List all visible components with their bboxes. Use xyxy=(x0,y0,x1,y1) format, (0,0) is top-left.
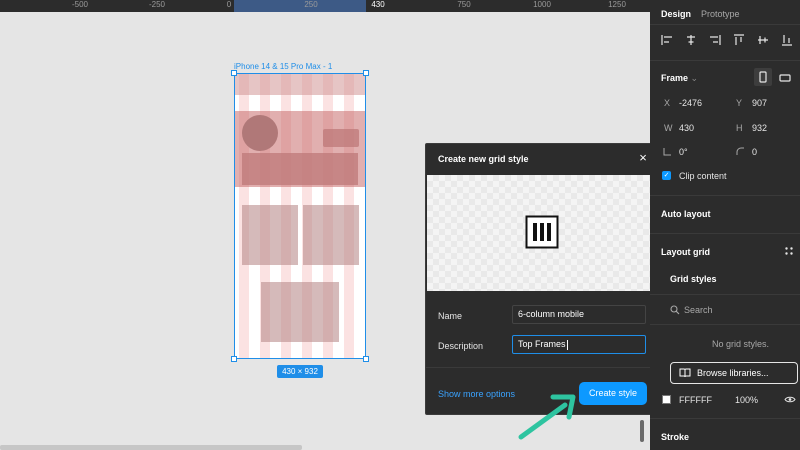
card-block xyxy=(242,205,298,265)
frame-label[interactable]: iPhone 14 & 15 Pro Max - 1 xyxy=(234,62,332,71)
stroke-section-title: Stroke xyxy=(661,432,690,442)
y-label: Y xyxy=(736,98,743,108)
browse-libraries-label: Browse libraries... xyxy=(697,368,769,378)
text-caret xyxy=(566,339,568,350)
divider xyxy=(650,233,800,234)
resize-handle[interactable] xyxy=(363,70,369,76)
divider xyxy=(650,324,800,325)
name-label: Name xyxy=(438,311,463,321)
landscape-icon[interactable] xyxy=(779,72,791,84)
x-input[interactable]: -2476 xyxy=(679,98,702,108)
frame-orientation-toggle[interactable] xyxy=(754,68,772,86)
fill-opacity-input[interactable]: 100% xyxy=(735,395,758,405)
header-block xyxy=(234,73,366,95)
clip-content-label: Clip content xyxy=(679,171,727,181)
hero-banner xyxy=(242,153,358,185)
properties-panel: Design Prototype Frame ⌄ X -2476 Y 907 W… xyxy=(650,0,800,450)
ruler-tick: 750 xyxy=(457,0,471,9)
hero-button-shape xyxy=(323,129,359,147)
h-label: H xyxy=(736,123,743,133)
eye-icon[interactable] xyxy=(784,395,796,404)
align-center-vertical-icon[interactable] xyxy=(756,33,770,47)
description-field[interactable]: Top Frames xyxy=(512,335,646,354)
search-icon xyxy=(670,305,680,315)
create-grid-style-dialog: Create new grid style × Name 6-column mo… xyxy=(425,143,658,415)
resize-handle[interactable] xyxy=(231,356,237,362)
top-ruler: -500 -250 0 250 430 750 1000 1250 xyxy=(0,0,650,12)
align-bottom-icon[interactable] xyxy=(780,33,794,47)
create-style-button[interactable]: Create style xyxy=(579,382,647,405)
no-styles-text: No grid styles. xyxy=(712,339,770,349)
dialog-title: Create new grid style xyxy=(438,154,529,164)
w-input[interactable]: 430 xyxy=(679,123,694,133)
name-field[interactable]: 6-column mobile xyxy=(512,305,646,324)
clip-content-checkbox[interactable]: ✓ xyxy=(662,171,671,180)
show-more-options-link[interactable]: Show more options xyxy=(438,389,515,399)
divider xyxy=(650,24,800,25)
layout-grid-title: Layout grid xyxy=(661,247,710,257)
rotation-input[interactable]: 0° xyxy=(679,147,688,157)
search-input[interactable]: Search xyxy=(684,305,713,315)
horizontal-scrollbar[interactable] xyxy=(0,445,302,450)
align-top-icon[interactable] xyxy=(732,33,746,47)
grid-styles-title: Grid styles xyxy=(670,274,717,284)
portrait-icon xyxy=(759,71,767,83)
description-label: Description xyxy=(438,341,484,351)
w-label: W xyxy=(664,123,673,133)
divider xyxy=(650,60,800,61)
resize-handle[interactable] xyxy=(231,70,237,76)
ruler-tick: -500 xyxy=(71,0,89,9)
ruler-selection-highlight xyxy=(234,0,366,12)
radius-input[interactable]: 0 xyxy=(752,147,757,157)
close-icon[interactable]: × xyxy=(636,151,650,165)
phone-frame[interactable] xyxy=(234,73,366,359)
fill-hex-input[interactable]: FFFFFF xyxy=(679,395,712,405)
h-input[interactable]: 932 xyxy=(752,123,767,133)
dialog-divider xyxy=(426,367,657,368)
book-icon xyxy=(679,368,691,378)
x-label: X xyxy=(664,98,671,108)
corner-radius-icon xyxy=(736,147,744,155)
divider xyxy=(650,195,800,196)
align-right-icon[interactable] xyxy=(708,33,722,47)
align-left-icon[interactable] xyxy=(660,33,674,47)
vertical-scrollbar[interactable] xyxy=(640,420,644,442)
avatar-circle xyxy=(242,115,278,151)
chevron-down-icon: ⌄ xyxy=(690,73,699,83)
figma-editor: -500 -250 0 250 430 750 1000 1250 iPhone… xyxy=(0,0,800,450)
ruler-tick: 250 xyxy=(304,0,318,9)
ruler-tick: -250 xyxy=(148,0,166,9)
y-input[interactable]: 907 xyxy=(752,98,767,108)
auto-layout-title[interactable]: Auto layout xyxy=(661,209,711,219)
grid-columns-icon xyxy=(525,215,559,249)
frame-section-title[interactable]: Frame ⌄ xyxy=(661,73,698,84)
tab-design[interactable]: Design xyxy=(661,9,691,19)
size-badge: 430 × 932 xyxy=(277,365,323,378)
arrow-icon xyxy=(518,394,576,440)
ruler-tick: 0 xyxy=(226,0,232,9)
ruler-tick: 1000 xyxy=(533,0,551,9)
fill-swatch[interactable] xyxy=(662,395,671,404)
card-block xyxy=(261,282,339,342)
grid-preview xyxy=(427,175,658,291)
name-value: 6-column mobile xyxy=(518,309,585,319)
tab-prototype[interactable]: Prototype xyxy=(701,9,740,19)
card-block xyxy=(303,205,359,265)
divider xyxy=(650,294,800,295)
ruler-tick: 1250 xyxy=(608,0,626,9)
browse-libraries-button[interactable]: Browse libraries... xyxy=(670,362,798,384)
resize-handle[interactable] xyxy=(363,356,369,362)
rotation-icon xyxy=(663,148,671,156)
grid-styles-icon[interactable] xyxy=(784,246,794,256)
align-center-horizontal-icon[interactable] xyxy=(684,33,698,47)
ruler-tick: 430 xyxy=(371,0,385,9)
description-value: Top Frames xyxy=(518,339,566,349)
divider xyxy=(650,418,800,419)
